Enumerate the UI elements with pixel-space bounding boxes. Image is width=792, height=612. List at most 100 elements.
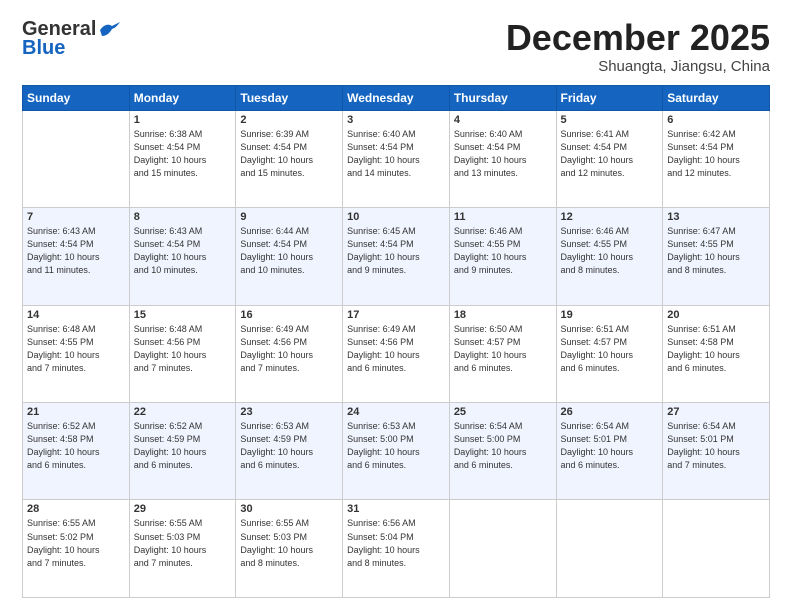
table-row: 22 Sunrise: 6:52 AM Sunset: 4:59 PM Dayli…	[129, 403, 236, 500]
table-row: 4 Sunrise: 6:40 AM Sunset: 4:54 PM Daylig…	[449, 110, 556, 207]
col-friday: Friday	[556, 85, 663, 110]
table-row	[663, 500, 770, 598]
calendar-week-row: 21 Sunrise: 6:52 AM Sunset: 4:58 PM Dayli…	[23, 403, 770, 500]
table-row: 2Sunrise: 6:39 AM Sunset: 4:54 PM Daylig…	[236, 110, 343, 207]
day-info: Sunrise: 6:38 AM Sunset: 4:54 PM Dayligh…	[134, 128, 232, 180]
table-row: 13Sunrise: 6:47 AM Sunset: 4:55 PM Dayli…	[663, 208, 770, 305]
day-number: 31	[347, 503, 445, 515]
day-info: Sunrise: 6:54 AM Sunset: 5:00 PM Dayligh…	[454, 420, 552, 472]
day-info: Sunrise: 6:47 AM Sunset: 4:55 PM Dayligh…	[667, 225, 765, 277]
day-info: Sunrise: 6:52 AM Sunset: 4:59 PM Dayligh…	[134, 420, 232, 472]
day-info: Sunrise: 6:50 AM Sunset: 4:57 PM Dayligh…	[454, 323, 552, 375]
table-row: 28 Sunrise: 6:55 AM Sunset: 5:02 PM Dayli…	[23, 500, 130, 598]
day-info: Sunrise: 6:56 AM Sunset: 5:04 PM Dayligh…	[347, 517, 445, 569]
calendar-week-row: 14 Sunrise: 6:48 AM Sunset: 4:55 PM Dayli…	[23, 305, 770, 402]
table-row: 16 Sunrise: 6:49 AM Sunset: 4:56 PM Dayli…	[236, 305, 343, 402]
title-section: December 2025 Shuangta, Jiangsu, China	[506, 18, 770, 75]
month-title: December 2025	[506, 18, 770, 58]
day-number: 12	[561, 211, 659, 223]
day-number: 20	[667, 309, 765, 321]
day-number: 7	[27, 211, 125, 223]
table-row: 18 Sunrise: 6:50 AM Sunset: 4:57 PM Dayli…	[449, 305, 556, 402]
day-info: Sunrise: 6:46 AM Sunset: 4:55 PM Dayligh…	[454, 225, 552, 277]
table-row: 11 Sunrise: 6:46 AM Sunset: 4:55 PM Dayli…	[449, 208, 556, 305]
day-info: Sunrise: 6:41 AM Sunset: 4:54 PM Dayligh…	[561, 128, 659, 180]
table-row: 12Sunrise: 6:46 AM Sunset: 4:55 PM Dayli…	[556, 208, 663, 305]
day-info: Sunrise: 6:52 AM Sunset: 4:58 PM Dayligh…	[27, 420, 125, 472]
day-number: 30	[240, 503, 338, 515]
day-info: Sunrise: 6:51 AM Sunset: 4:58 PM Dayligh…	[667, 323, 765, 375]
day-number: 11	[454, 211, 552, 223]
day-number: 10	[347, 211, 445, 223]
day-number: 9	[240, 211, 338, 223]
day-number: 26	[561, 406, 659, 418]
day-number: 1	[134, 114, 232, 126]
day-info: Sunrise: 6:55 AM Sunset: 5:02 PM Dayligh…	[27, 517, 125, 569]
day-info: Sunrise: 6:53 AM Sunset: 5:00 PM Dayligh…	[347, 420, 445, 472]
day-info: Sunrise: 6:54 AM Sunset: 5:01 PM Dayligh…	[667, 420, 765, 472]
table-row: 6 Sunrise: 6:42 AM Sunset: 4:54 PM Daylig…	[663, 110, 770, 207]
table-row: 27 Sunrise: 6:54 AM Sunset: 5:01 PM Dayli…	[663, 403, 770, 500]
table-row	[556, 500, 663, 598]
table-row: 29Sunrise: 6:55 AM Sunset: 5:03 PM Dayli…	[129, 500, 236, 598]
col-monday: Monday	[129, 85, 236, 110]
col-wednesday: Wednesday	[343, 85, 450, 110]
day-number: 27	[667, 406, 765, 418]
day-number: 5	[561, 114, 659, 126]
day-number: 3	[347, 114, 445, 126]
col-sunday: Sunday	[23, 85, 130, 110]
table-row: 1 Sunrise: 6:38 AM Sunset: 4:54 PM Daylig…	[129, 110, 236, 207]
calendar-header-row: Sunday Monday Tuesday Wednesday Thursday…	[23, 85, 770, 110]
day-number: 8	[134, 211, 232, 223]
calendar-week-row: 7 Sunrise: 6:43 AM Sunset: 4:54 PM Daylig…	[23, 208, 770, 305]
day-number: 22	[134, 406, 232, 418]
table-row: 17 Sunrise: 6:49 AM Sunset: 4:56 PM Dayli…	[343, 305, 450, 402]
logo-blue: Blue	[22, 37, 65, 60]
calendar-week-row: 28 Sunrise: 6:55 AM Sunset: 5:02 PM Dayli…	[23, 500, 770, 598]
day-info: Sunrise: 6:48 AM Sunset: 4:55 PM Dayligh…	[27, 323, 125, 375]
table-row	[23, 110, 130, 207]
day-number: 18	[454, 309, 552, 321]
day-info: Sunrise: 6:49 AM Sunset: 4:56 PM Dayligh…	[240, 323, 338, 375]
day-number: 17	[347, 309, 445, 321]
table-row: 14 Sunrise: 6:48 AM Sunset: 4:55 PM Dayli…	[23, 305, 130, 402]
day-number: 14	[27, 309, 125, 321]
day-number: 28	[27, 503, 125, 515]
day-info: Sunrise: 6:39 AM Sunset: 4:54 PM Dayligh…	[240, 128, 338, 180]
day-info: Sunrise: 6:40 AM Sunset: 4:54 PM Dayligh…	[347, 128, 445, 180]
day-info: Sunrise: 6:44 AM Sunset: 4:54 PM Dayligh…	[240, 225, 338, 277]
location: Shuangta, Jiangsu, China	[506, 58, 770, 75]
col-tuesday: Tuesday	[236, 85, 343, 110]
table-row: 25Sunrise: 6:54 AM Sunset: 5:00 PM Dayli…	[449, 403, 556, 500]
day-info: Sunrise: 6:43 AM Sunset: 4:54 PM Dayligh…	[27, 225, 125, 277]
day-info: Sunrise: 6:51 AM Sunset: 4:57 PM Dayligh…	[561, 323, 659, 375]
table-row: 24 Sunrise: 6:53 AM Sunset: 5:00 PM Dayli…	[343, 403, 450, 500]
header: General Blue December 2025 Shuangta, Jia…	[22, 18, 770, 75]
logo-bird-icon	[98, 22, 120, 38]
table-row	[449, 500, 556, 598]
day-number: 21	[27, 406, 125, 418]
day-info: Sunrise: 6:40 AM Sunset: 4:54 PM Dayligh…	[454, 128, 552, 180]
day-number: 15	[134, 309, 232, 321]
table-row: 8Sunrise: 6:43 AM Sunset: 4:54 PM Daylig…	[129, 208, 236, 305]
logo: General Blue	[22, 18, 120, 60]
day-number: 4	[454, 114, 552, 126]
col-thursday: Thursday	[449, 85, 556, 110]
calendar-table: Sunday Monday Tuesday Wednesday Thursday…	[22, 85, 770, 598]
day-info: Sunrise: 6:49 AM Sunset: 4:56 PM Dayligh…	[347, 323, 445, 375]
table-row: 9 Sunrise: 6:44 AM Sunset: 4:54 PM Daylig…	[236, 208, 343, 305]
table-row: 15Sunrise: 6:48 AM Sunset: 4:56 PM Dayli…	[129, 305, 236, 402]
table-row: 20 Sunrise: 6:51 AM Sunset: 4:58 PM Dayli…	[663, 305, 770, 402]
table-row: 19Sunrise: 6:51 AM Sunset: 4:57 PM Dayli…	[556, 305, 663, 402]
day-number: 24	[347, 406, 445, 418]
page: General Blue December 2025 Shuangta, Jia…	[0, 0, 792, 612]
calendar-week-row: 1 Sunrise: 6:38 AM Sunset: 4:54 PM Daylig…	[23, 110, 770, 207]
day-info: Sunrise: 6:42 AM Sunset: 4:54 PM Dayligh…	[667, 128, 765, 180]
day-info: Sunrise: 6:55 AM Sunset: 5:03 PM Dayligh…	[240, 517, 338, 569]
day-number: 6	[667, 114, 765, 126]
day-number: 16	[240, 309, 338, 321]
day-info: Sunrise: 6:55 AM Sunset: 5:03 PM Dayligh…	[134, 517, 232, 569]
table-row: 5 Sunrise: 6:41 AM Sunset: 4:54 PM Daylig…	[556, 110, 663, 207]
table-row: 31 Sunrise: 6:56 AM Sunset: 5:04 PM Dayli…	[343, 500, 450, 598]
day-info: Sunrise: 6:54 AM Sunset: 5:01 PM Dayligh…	[561, 420, 659, 472]
